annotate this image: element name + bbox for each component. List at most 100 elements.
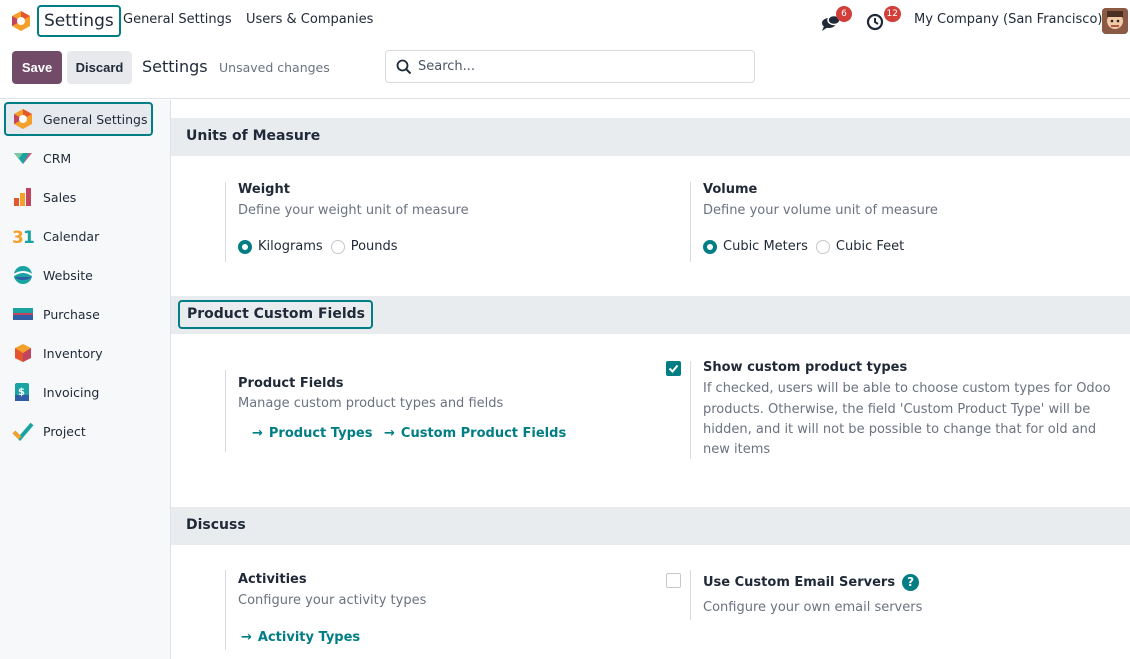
setting-divider	[225, 570, 226, 650]
radio-label-kilograms[interactable]: Kilograms	[258, 239, 323, 254]
setting-divider	[690, 361, 691, 459]
section-header-discuss: Discuss	[171, 507, 1130, 545]
custom-product-types-description-line: If checked, users will be able to choose…	[703, 381, 1111, 396]
svg-text:1: 1	[23, 228, 34, 247]
email-servers-description: Configure your own email servers	[703, 600, 923, 615]
custom-product-types-description-line: hidden, and it will not be possible to c…	[703, 422, 1097, 437]
product-types-link[interactable]: → Product Types	[252, 426, 372, 441]
link-label: Product Types	[268, 426, 373, 441]
app-brand[interactable]: Settings	[37, 5, 121, 37]
sidebar-item-label: Project	[43, 423, 86, 439]
sales-app-icon	[14, 188, 31, 206]
avatar-image-icon	[1102, 8, 1128, 34]
sidebar-item-website[interactable]: Website	[4, 258, 153, 292]
purchase-app-icon	[13, 308, 33, 320]
product-fields-title: Product Fields	[238, 376, 344, 391]
sidebar-item-label: Invoicing	[43, 384, 100, 400]
sidebar-item-invoicing[interactable]: $ Invoicing	[4, 375, 153, 409]
sidebar-item-inventory[interactable]: Inventory	[4, 336, 153, 370]
section-title: Units of Measure	[186, 128, 321, 144]
section-title: Product Custom Fields	[178, 300, 373, 329]
custom-product-fields-link[interactable]: → Custom Product Fields	[384, 426, 566, 441]
company-switcher[interactable]: My Company (San Francisco)	[914, 12, 1102, 27]
sidebar-item-purchase[interactable]: Purchase	[4, 297, 153, 331]
save-button[interactable]: Save	[12, 51, 62, 84]
sidebar-item-sales[interactable]: Sales	[4, 180, 153, 214]
radio-label-cubic-feet[interactable]: Cubic Feet	[836, 239, 904, 254]
sidebar-item-label: Inventory	[43, 345, 103, 361]
section-title: Discuss	[186, 517, 246, 533]
link-label: Custom Product Fields	[400, 426, 567, 441]
activities-badge: 12	[883, 6, 901, 22]
calendar-app-icon: 3 1	[12, 228, 34, 247]
radio-pounds[interactable]	[330, 239, 345, 254]
help-icon[interactable]: ?	[902, 574, 920, 591]
svg-text:$: $	[18, 387, 25, 398]
sidebar-item-calendar[interactable]: 3 1 Calendar	[4, 219, 153, 253]
messages-button[interactable]: 6	[820, 6, 852, 33]
search-box[interactable]	[385, 50, 755, 83]
email-servers-title: Use Custom Email Servers?	[703, 574, 920, 591]
menu-users-companies[interactable]: Users & Companies	[246, 12, 373, 27]
section-header-product-custom-fields: Product Custom Fields	[171, 296, 1130, 334]
setting-divider	[690, 182, 691, 262]
weight-title: Weight	[238, 182, 290, 197]
check-icon	[668, 364, 679, 373]
custom-product-types-title: Show custom product types	[703, 360, 908, 375]
radio-cubic-meters[interactable]	[703, 239, 717, 254]
invoicing-app-icon: $	[15, 383, 29, 401]
custom-product-types-description-line: products. Otherwise, the field 'Custom P…	[703, 402, 1091, 417]
settings-app-icon[interactable]	[10, 10, 32, 32]
use-custom-email-servers-checkbox[interactable]	[666, 573, 681, 588]
weight-radio-group: Kilograms Pounds	[238, 239, 398, 254]
show-custom-product-types-checkbox[interactable]	[666, 361, 681, 376]
volume-description: Define your volume unit of measure	[703, 203, 938, 218]
email-servers-title-text: Use Custom Email Servers	[703, 575, 896, 590]
inventory-app-icon	[15, 344, 31, 362]
search-icon	[396, 59, 412, 74]
sidebar-item-label: Website	[43, 267, 93, 283]
sidebar-item-crm[interactable]: CRM	[4, 141, 153, 175]
sidebar-item-project[interactable]: Project	[4, 414, 153, 448]
settings-main: Units of Measure Weight Define your weig…	[171, 100, 1130, 659]
menu-general-settings[interactable]: General Settings	[123, 12, 232, 27]
radio-kilograms[interactable]	[238, 239, 252, 254]
radio-label-cubic-meters[interactable]: Cubic Meters	[723, 239, 808, 254]
user-avatar[interactable]	[1102, 8, 1128, 34]
arrow-right-icon: →	[384, 426, 395, 441]
unsaved-status: Unsaved changes	[219, 60, 330, 75]
sidebar-item-label: Sales	[43, 189, 77, 205]
activities-title: Activities	[238, 572, 307, 587]
radio-label-pounds[interactable]: Pounds	[351, 239, 398, 254]
sidebar-item-label: CRM	[43, 150, 72, 166]
weight-description: Define your weight unit of measure	[238, 203, 469, 218]
discard-button[interactable]: Discard	[67, 51, 132, 84]
radio-cubic-feet[interactable]	[815, 239, 830, 254]
crm-app-icon	[14, 153, 32, 164]
settings-app-icon	[14, 109, 32, 129]
custom-product-types-description-line: new items	[703, 442, 771, 457]
search-input[interactable]	[418, 59, 738, 74]
setting-divider	[225, 370, 226, 452]
activity-types-link[interactable]: → Activity Types	[241, 630, 360, 645]
volume-radio-group: Cubic Meters Cubic Feet	[703, 239, 904, 254]
arrow-right-icon: →	[252, 426, 263, 441]
sidebar-item-general-settings[interactable]: General Settings	[4, 102, 153, 136]
volume-title: Volume	[703, 182, 758, 197]
setting-divider	[690, 570, 691, 620]
website-app-icon	[13, 266, 33, 284]
clock-icon	[866, 13, 884, 31]
section-header-uom: Units of Measure	[171, 118, 1130, 156]
activities-button[interactable]: 12	[865, 6, 901, 33]
setting-divider	[225, 182, 226, 262]
messages-badge: 6	[836, 6, 852, 22]
sidebar-item-label: General Settings	[43, 111, 148, 127]
settings-sidebar: General Settings CRM Sales 3 1 Calendar …	[0, 100, 171, 659]
activities-description: Configure your activity types	[238, 593, 427, 608]
sidebar-item-label: Purchase	[43, 306, 100, 322]
sidebar-item-label: Calendar	[43, 228, 100, 244]
page-title: Settings	[142, 57, 208, 76]
link-label: Activity Types	[257, 630, 361, 645]
arrow-right-icon: →	[241, 630, 252, 645]
top-navbar: Settings General Settings Users & Compan…	[0, 0, 1130, 42]
